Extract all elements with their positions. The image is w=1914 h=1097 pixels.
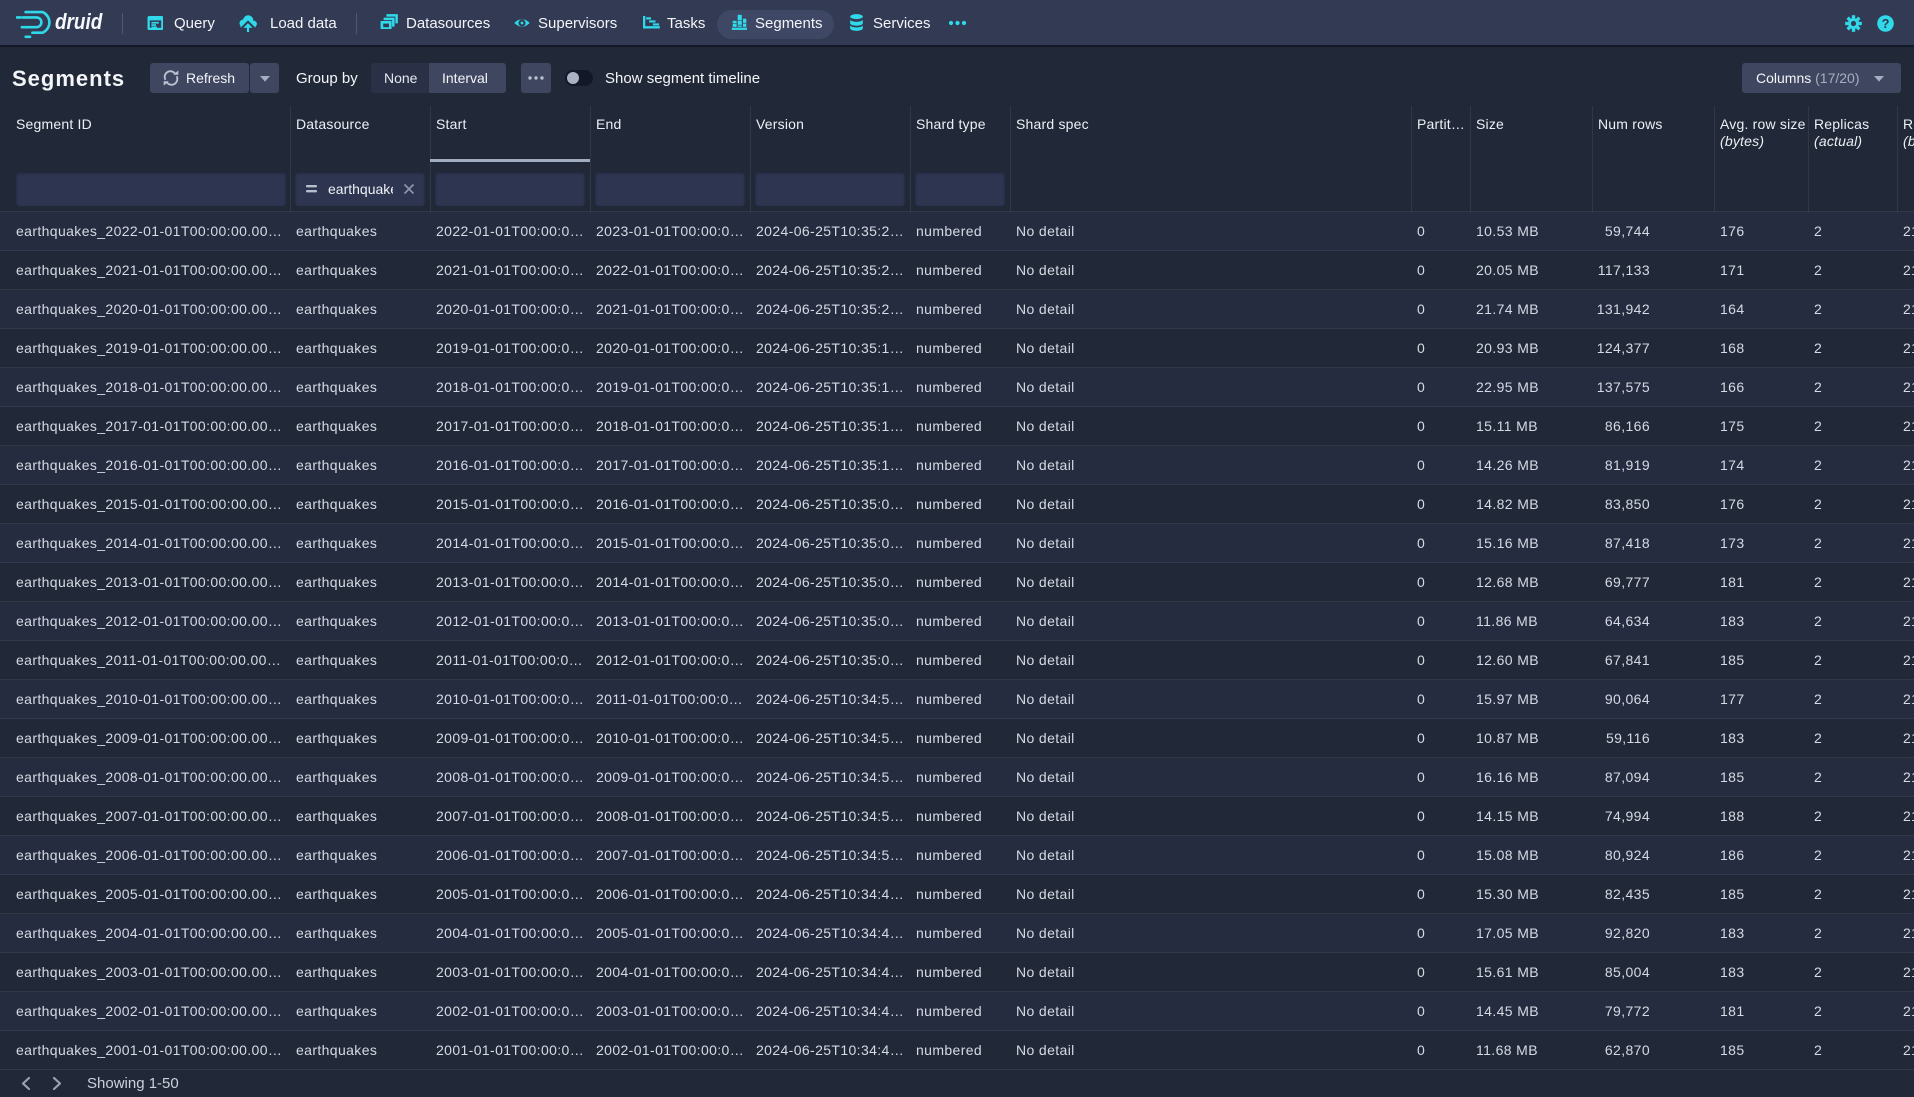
svg-text:?: ? [1882,16,1890,31]
